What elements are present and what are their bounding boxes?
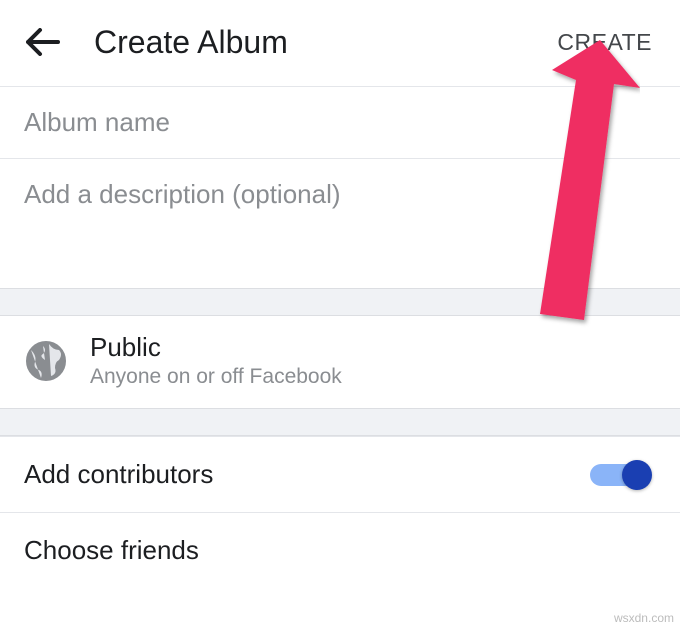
back-arrow-icon: [26, 28, 60, 56]
privacy-title: Public: [90, 332, 656, 363]
choose-friends-row[interactable]: Choose friends: [0, 512, 680, 588]
add-contributors-row: Add contributors: [0, 436, 680, 512]
back-button[interactable]: [26, 22, 66, 62]
album-name-input[interactable]: Album name: [0, 87, 680, 159]
privacy-text: Public Anyone on or off Facebook: [90, 332, 656, 390]
watermark: wsxdn.com: [614, 611, 674, 625]
add-contributors-label: Add contributors: [24, 459, 213, 490]
page-title: Create Album: [94, 24, 555, 61]
section-divider: [0, 288, 680, 316]
globe-icon: [24, 339, 68, 383]
create-button[interactable]: CREATE: [555, 23, 654, 62]
add-contributors-toggle[interactable]: [590, 461, 646, 489]
privacy-selector[interactable]: Public Anyone on or off Facebook: [0, 316, 680, 408]
header-bar: Create Album CREATE: [0, 0, 680, 87]
choose-friends-label: Choose friends: [24, 535, 199, 566]
section-divider: [0, 408, 680, 436]
album-description-input[interactable]: Add a description (optional): [0, 159, 680, 288]
privacy-subtitle: Anyone on or off Facebook: [90, 363, 656, 390]
